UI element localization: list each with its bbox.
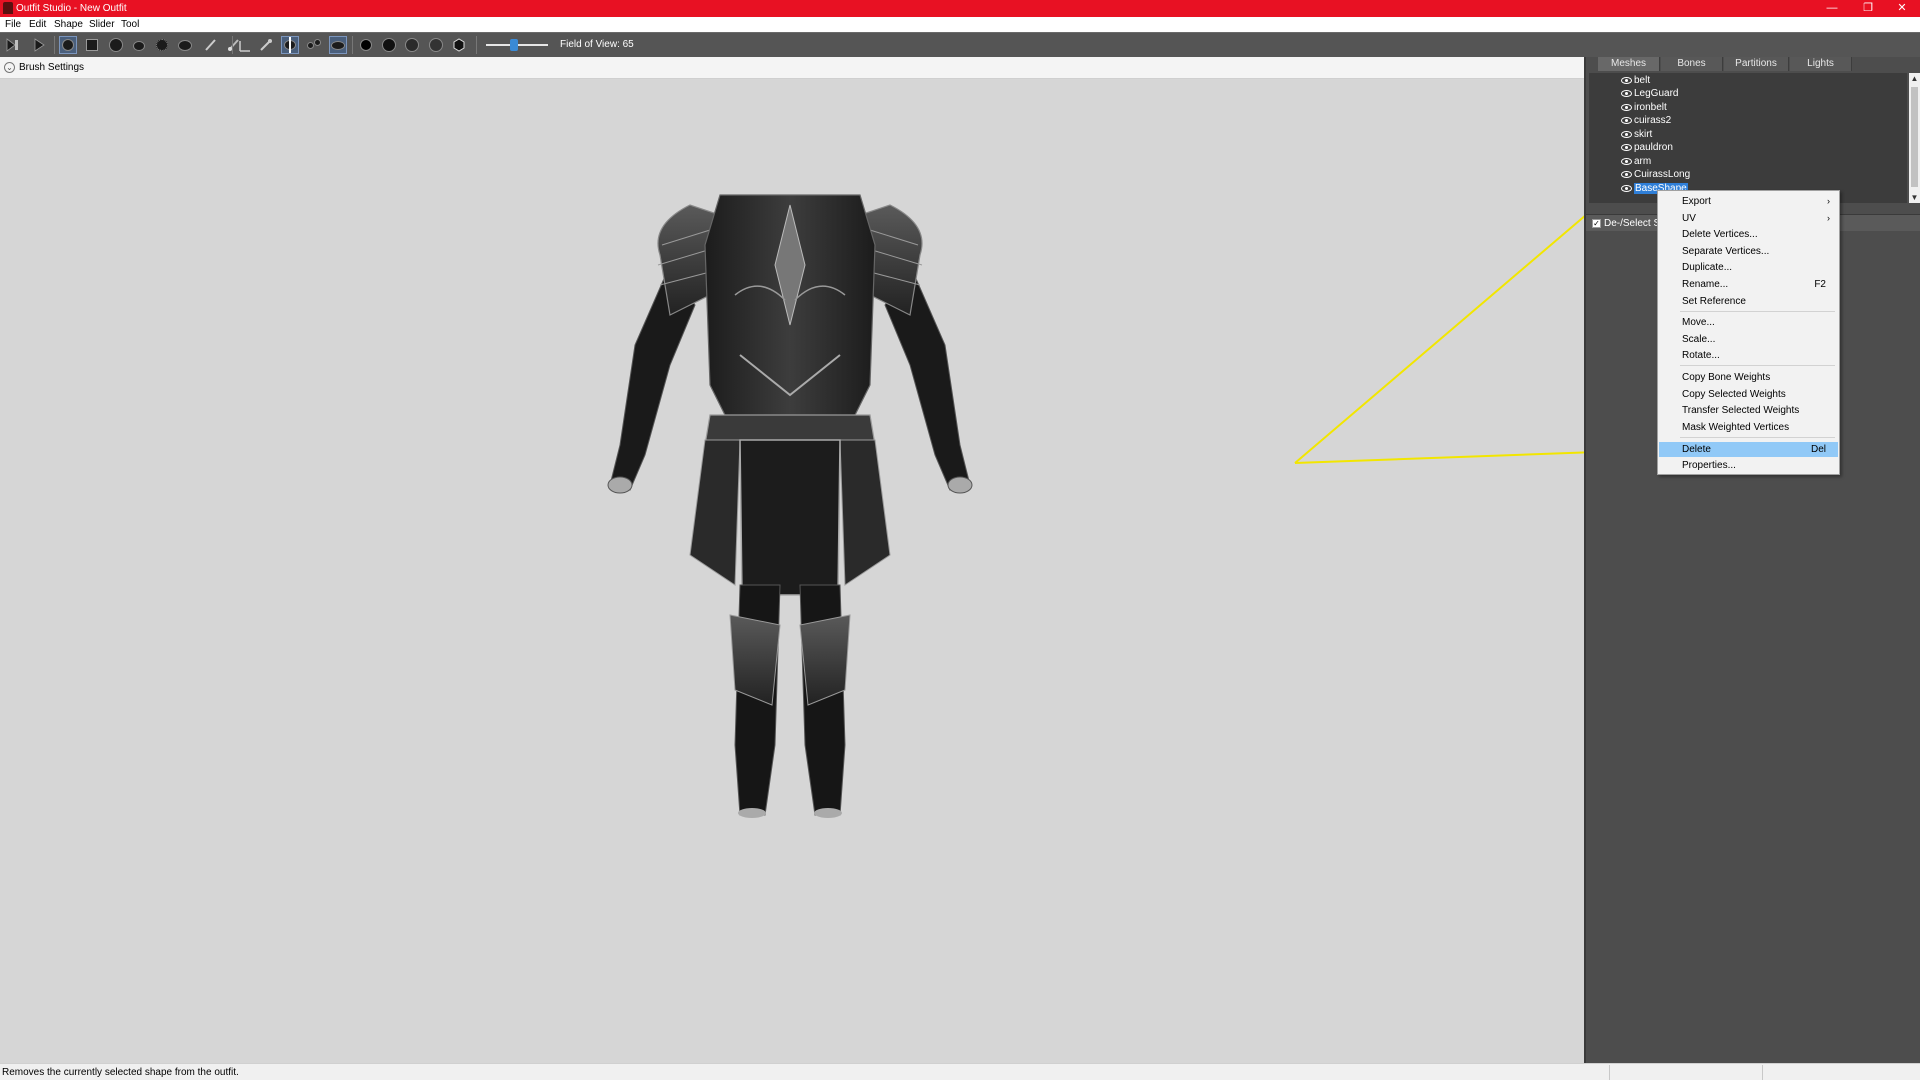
menu-item-delete-vertices[interactable]: Delete Vertices... (1659, 227, 1838, 242)
mesh-item-pauldron[interactable]: pauldron (1621, 141, 1673, 154)
app-icon (3, 2, 13, 14)
status-divider (1762, 1065, 1763, 1080)
mesh-item-cuirasslong[interactable]: CuirassLong (1621, 168, 1690, 181)
eye-icon[interactable] (1621, 143, 1632, 151)
close-icon[interactable]: ✕ (1884, 0, 1920, 17)
scrollbar-thumb[interactable] (1911, 87, 1918, 187)
menu-item-separate-vertices[interactable]: Separate Vertices... (1659, 244, 1838, 259)
menu-item-duplicate[interactable]: Duplicate... (1659, 260, 1838, 275)
status-divider (1609, 1065, 1610, 1080)
menu-item-move[interactable]: Move... (1659, 315, 1838, 330)
mesh-list[interactable]: belt LegGuard ironbelt cuirass2 skirt pa… (1589, 73, 1907, 203)
shortcut-label: Del (1810, 444, 1826, 455)
menu-item-properties[interactable]: Properties... (1659, 458, 1838, 473)
menu-tool[interactable]: Tool (121, 18, 139, 31)
3d-viewport[interactable]: ⌄ Brush Settings (0, 57, 1584, 1063)
fov-label: Field of View: 65 (560, 39, 634, 50)
menu-bar: File Edit Shape Slider Tool (0, 17, 1920, 32)
menu-slider[interactable]: Slider (89, 18, 115, 31)
eye-icon[interactable] (1621, 116, 1632, 124)
mesh-item-belt[interactable]: belt (1621, 74, 1650, 87)
submenu-arrow-icon: › (1827, 213, 1830, 223)
texture-icon[interactable] (451, 37, 467, 53)
brush-weight-icon[interactable] (203, 37, 219, 53)
tab-bones[interactable]: Bones (1661, 57, 1723, 71)
eye-icon[interactable] (1621, 170, 1632, 178)
toolbar-separator (476, 36, 477, 54)
menu-separator (1680, 437, 1835, 438)
menu-shape[interactable]: Shape (54, 18, 83, 31)
eye-icon[interactable] (1621, 157, 1632, 165)
toolbar-separator (352, 36, 353, 54)
mesh-item-skirt[interactable]: skirt (1621, 128, 1652, 141)
menu-item-mask-weighted-vertices[interactable]: Mask Weighted Vertices (1659, 420, 1838, 435)
status-bar: Removes the currently selected shape fro… (0, 1063, 1920, 1080)
sphere-icon[interactable] (358, 37, 374, 53)
toolbar: Field of View: 65 (0, 32, 1920, 57)
eye-icon[interactable] (1621, 76, 1632, 84)
eye-icon[interactable] (1621, 103, 1632, 111)
menu-item-rename[interactable]: Rename... F2 (1659, 277, 1838, 292)
toolbar-separator (232, 36, 233, 54)
brush-deflate-icon[interactable] (131, 37, 147, 53)
menu-item-copy-selected-weights[interactable]: Copy Selected Weights (1659, 387, 1838, 402)
mirror-x-icon[interactable] (281, 36, 299, 54)
connected-icon[interactable] (306, 37, 322, 53)
brush-move-icon[interactable] (154, 37, 170, 53)
shade-icon[interactable] (428, 37, 444, 53)
expand-icon[interactable]: ⌄ (4, 62, 15, 73)
scroll-down-icon[interactable]: ▼ (1909, 192, 1920, 203)
tab-meshes[interactable]: Meshes (1598, 57, 1660, 71)
menu-item-copy-bone-weights[interactable]: Copy Bone Weights (1659, 370, 1838, 385)
brush-settings-label: Brush Settings (19, 62, 85, 73)
status-text: Removes the currently selected shape fro… (2, 1067, 239, 1078)
eye-icon[interactable] (1621, 130, 1632, 138)
mesh-item-arm[interactable]: arm (1621, 155, 1651, 168)
context-menu: Export › UV › Delete Vertices... Separate … (1657, 190, 1840, 475)
eye-icon[interactable] (1621, 89, 1632, 97)
fov-slider-thumb[interactable] (510, 39, 518, 51)
transform-icon[interactable] (32, 37, 48, 53)
global-icon[interactable] (329, 36, 347, 54)
mesh-item-cuirass2[interactable]: cuirass2 (1621, 114, 1671, 127)
brush-mask-icon[interactable] (84, 37, 100, 53)
mesh-item-legguard[interactable]: LegGuard (1621, 87, 1678, 100)
select-icon[interactable] (4, 37, 20, 53)
menu-item-scale[interactable]: Scale... (1659, 332, 1838, 347)
light-sphere-icon[interactable] (404, 37, 420, 53)
menu-item-delete[interactable]: Delete Del (1659, 442, 1838, 457)
menu-item-set-reference[interactable]: Set Reference (1659, 294, 1838, 309)
menu-item-uv[interactable]: UV › (1659, 211, 1838, 226)
tab-lights[interactable]: Lights (1790, 57, 1852, 71)
shortcut-label: F2 (1814, 279, 1826, 290)
mesh-item-ironbelt[interactable]: ironbelt (1621, 101, 1667, 114)
pen-icon[interactable] (237, 37, 253, 53)
window-title: Outfit Studio - New Outfit (16, 3, 127, 14)
tab-partitions[interactable]: Partitions (1724, 57, 1789, 71)
armor-model[interactable] (600, 185, 980, 835)
menu-separator (1680, 311, 1835, 312)
brush-inflate-icon[interactable] (108, 37, 124, 53)
brush-settings-bar[interactable]: ⌄ Brush Settings (0, 57, 1584, 79)
mesh-list-scrollbar[interactable]: ▲ ▼ (1909, 73, 1920, 203)
brush-standard-icon[interactable] (59, 36, 77, 54)
menu-item-export[interactable]: Export › (1659, 194, 1838, 209)
minimize-icon[interactable]: — (1814, 0, 1850, 17)
pipette-icon[interactable] (258, 37, 274, 53)
submenu-arrow-icon: › (1827, 196, 1830, 206)
menu-separator (1680, 365, 1835, 366)
menu-file[interactable]: File (5, 18, 21, 31)
brush-smooth-icon[interactable] (177, 37, 193, 53)
eye-icon[interactable] (1621, 184, 1632, 192)
menu-edit[interactable]: Edit (29, 18, 46, 31)
title-bar: Outfit Studio - New Outfit — ❐ ✕ (0, 0, 1920, 17)
menu-item-transfer-selected-weights[interactable]: Transfer Selected Weights (1659, 403, 1838, 418)
dark-sphere-icon[interactable] (381, 37, 397, 53)
menu-item-rotate[interactable]: Rotate... (1659, 348, 1838, 363)
toolbar-separator (54, 36, 55, 54)
scroll-up-icon[interactable]: ▲ (1909, 73, 1920, 84)
restore-icon[interactable]: ❐ (1850, 0, 1886, 17)
select-sliders-checkbox[interactable]: ✓ (1592, 219, 1601, 228)
